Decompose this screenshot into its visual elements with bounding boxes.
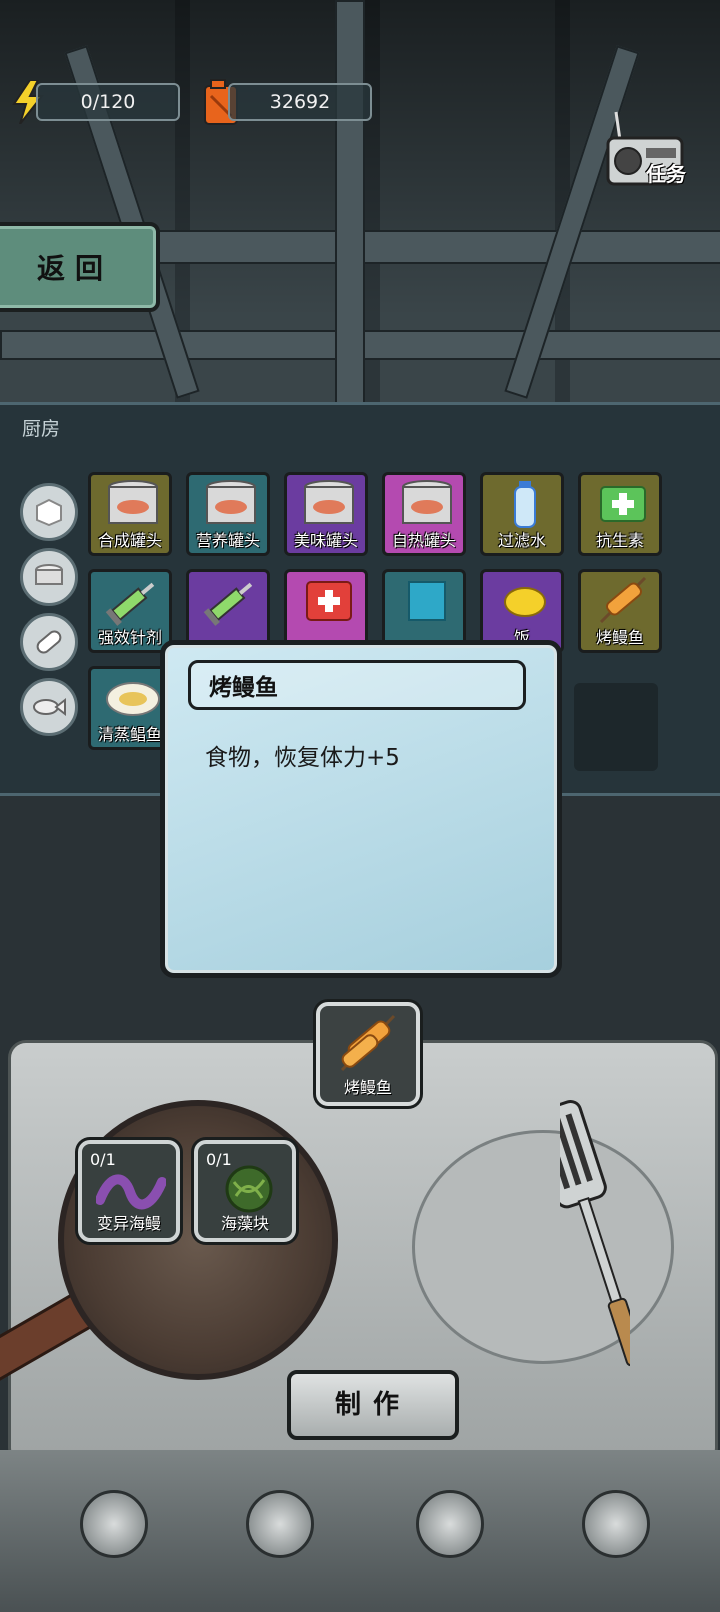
spatula-icon [530,1090,646,1380]
item-slot[interactable]: 抗生素 [578,472,662,556]
item-label: 美味罐头 [293,531,358,550]
item-label: 清蒸鲳鱼 [97,725,162,744]
category-fish-icon[interactable] [20,678,78,736]
pack-icon [600,486,646,522]
item-label: 强效针剂 [97,628,162,647]
energy-counter: 0/120 [36,83,180,121]
item-slot[interactable]: 合成罐头 [88,472,172,556]
item-slot[interactable]: 美味罐头 [284,472,368,556]
item-label: 过滤水 [497,531,546,550]
recipe-result-slot[interactable]: 烤鳗鱼 [316,1002,420,1106]
item-label: 自热罐头 [391,531,456,550]
grilled-eel-icon [340,1014,396,1072]
stove-knob [246,1490,314,1558]
item-label: 营养罐头 [195,531,260,550]
item-label: 烤鳗鱼 [595,628,644,647]
can-icon [304,480,354,524]
bottle-icon [514,481,536,528]
item-slot[interactable]: 营养罐头 [186,472,270,556]
packet-icon [408,581,446,621]
stove-knob [582,1490,650,1558]
item-label: 抗生素 [595,531,644,550]
item-label: 合成罐头 [97,531,162,550]
can-icon [206,480,256,524]
quest-label: 任务 [646,162,686,186]
ingredient-slot-seaweed[interactable]: 0/1 海藻块 [194,1140,296,1242]
can-icon [108,480,158,524]
kitchen-title: 厨房 [22,418,61,440]
tooltip-description: 食物，恢复体力+5 [205,745,400,771]
category-block-icon[interactable] [20,483,78,541]
stove-knob [416,1490,484,1558]
syringe-icon [203,582,253,626]
corn-icon [504,587,546,617]
can-icon [402,480,452,524]
make-button[interactable]: 制作 [287,1370,459,1440]
fuel-counter: 32692 [228,83,372,121]
burner-plate [412,1130,674,1364]
seaweed-block-icon [225,1165,273,1213]
item-slot[interactable]: 过滤水 [480,472,564,556]
ingredient-label: 海藻块 [220,1214,269,1233]
mutant-eel-icon [96,1174,166,1210]
item-slot[interactable]: 强效针剂 [88,569,172,653]
item-slot[interactable]: 自热罐头 [382,472,466,556]
result-label: 烤鳗鱼 [343,1078,392,1097]
eel-icon [599,576,647,624]
syringe-icon [105,582,155,626]
stove-knob [80,1490,148,1558]
empty-slot [574,683,658,771]
ingredient-label: 变异海鳗 [96,1214,161,1233]
ingredient-slot-eel[interactable]: 0/1 变异海鳗 [78,1140,180,1242]
category-can-icon[interactable] [20,548,78,606]
quest-radio-button[interactable]: 任务 [606,110,702,190]
fish-icon [106,682,160,716]
medpack-icon [306,581,352,621]
category-pill-icon[interactable] [20,613,78,671]
tooltip-title: 烤鳗鱼 [188,660,526,710]
back-button[interactable]: 返回 [0,222,160,312]
item-slot[interactable]: 烤鳗鱼 [578,569,662,653]
